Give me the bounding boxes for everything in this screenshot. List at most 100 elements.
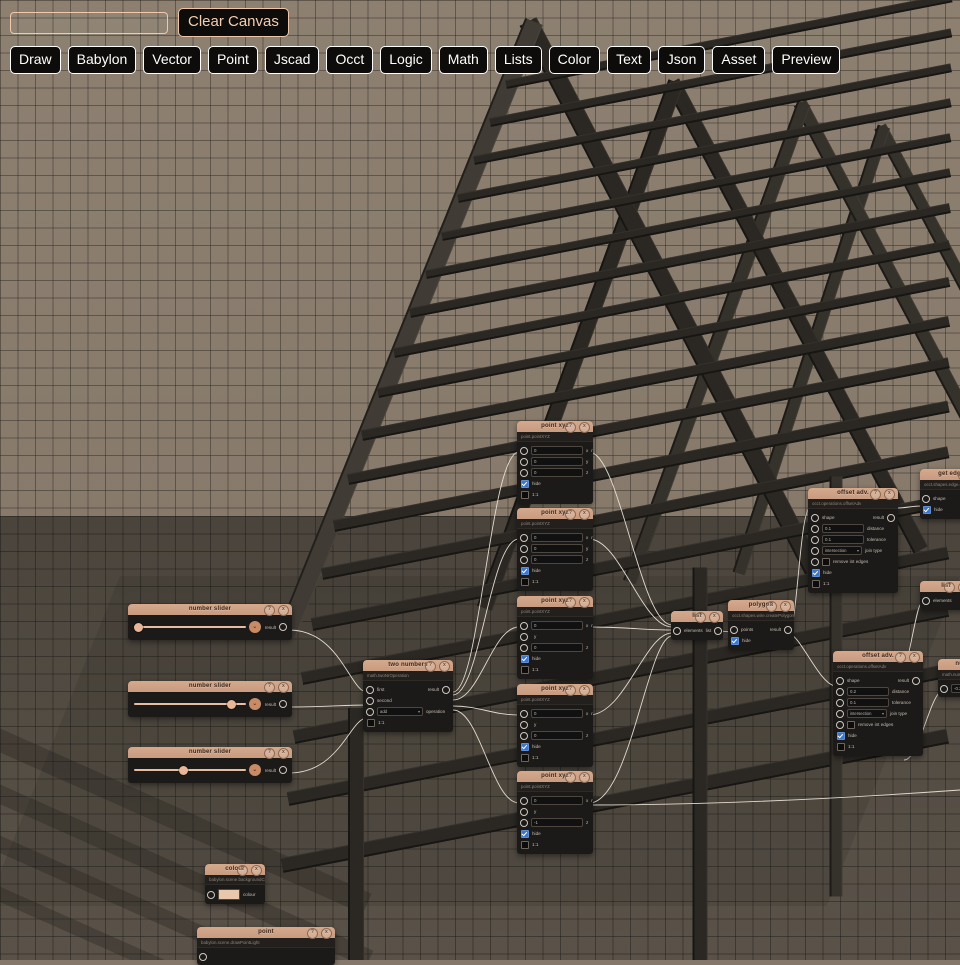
slider-menu-icon[interactable]: ⌄ xyxy=(248,621,261,633)
join-type-select[interactable]: intersection ▾ xyxy=(847,709,887,718)
close-icon[interactable]: x xyxy=(251,865,262,876)
slider-menu-icon[interactable]: ⌄ xyxy=(248,698,261,710)
menu-button-occt[interactable]: Occt xyxy=(326,46,374,74)
number-slider-node[interactable]: number slider ? x ⌄ result xyxy=(128,681,292,717)
close-icon[interactable]: x xyxy=(579,772,590,783)
ratio-checkbox[interactable] xyxy=(521,577,529,586)
close-icon[interactable]: x xyxy=(579,685,590,696)
node-header[interactable]: number slider ? x xyxy=(128,681,292,693)
output-port[interactable] xyxy=(714,626,723,635)
input-port[interactable] xyxy=(811,546,819,555)
hide-checkbox[interactable] xyxy=(521,566,529,575)
close-icon[interactable]: x xyxy=(579,509,590,520)
ratio-checkbox[interactable] xyxy=(521,490,529,499)
hide-checkbox[interactable] xyxy=(521,479,529,488)
list-node[interactable]: list ? x elements list xyxy=(671,611,723,640)
input-port[interactable] xyxy=(520,632,528,641)
help-icon[interactable]: ? xyxy=(565,422,576,433)
search-input[interactable] xyxy=(10,11,168,34)
menu-button-math[interactable]: Math xyxy=(438,46,488,74)
coord-field[interactable]: 0 xyxy=(531,544,583,553)
node-header[interactable]: number xyxy=(938,659,960,670)
input-port[interactable] xyxy=(520,720,528,729)
point-xyz-node[interactable]: point xyz?xpoint.pointXYZ0xresulty0zhide… xyxy=(517,596,593,679)
ratio-checkbox[interactable] xyxy=(521,840,529,849)
output-port[interactable] xyxy=(279,766,287,774)
coord-field[interactable]: 0 xyxy=(531,555,583,564)
input-port[interactable] xyxy=(520,621,528,630)
node-header[interactable]: offset adv.? x xyxy=(833,651,923,663)
point-light-node[interactable]: point ? x babylon.scene.drawPointLight xyxy=(197,927,335,965)
number-slider-node[interactable]: number slider ? x ⌄ result xyxy=(128,747,292,783)
node-header[interactable]: list ? x xyxy=(920,581,960,593)
node-header[interactable]: point ? x xyxy=(197,927,335,939)
close-icon[interactable]: x xyxy=(278,748,289,759)
help-icon[interactable]: ? xyxy=(425,661,436,672)
input-port[interactable] xyxy=(520,533,528,542)
close-icon[interactable]: x xyxy=(278,605,289,616)
input-port[interactable] xyxy=(836,687,844,696)
remove-edges-checkbox[interactable] xyxy=(822,557,830,566)
output-port[interactable] xyxy=(442,685,450,694)
node-header[interactable]: point xyz? x xyxy=(517,508,593,520)
coord-field[interactable]: 0 xyxy=(531,446,583,455)
input-port[interactable] xyxy=(520,555,528,564)
coord-field[interactable]: 0 xyxy=(531,643,583,652)
input-port[interactable] xyxy=(940,684,948,693)
number-slider-node[interactable]: number slider ? x ⌄ result xyxy=(128,604,292,640)
close-icon[interactable]: x xyxy=(709,612,720,623)
tolerance-field[interactable]: 0.1 xyxy=(847,698,889,707)
list-node[interactable]: list ? x elements list xyxy=(920,581,960,610)
node-header[interactable]: get edges ? x xyxy=(920,469,960,481)
input-port[interactable] xyxy=(922,494,930,503)
menu-button-preview[interactable]: Preview xyxy=(772,46,841,74)
point-xyz-node[interactable]: point xyz?xpoint.pointXYZ0xresulty-1zhid… xyxy=(517,771,593,854)
clear-canvas-button[interactable]: Clear Canvas xyxy=(178,8,289,37)
node-header[interactable]: polygon ? x xyxy=(728,600,794,612)
output-port[interactable] xyxy=(784,625,792,634)
distance-field[interactable]: 0.2 xyxy=(847,687,889,696)
close-icon[interactable]: x xyxy=(780,601,791,612)
join-type-select[interactable]: intersection ▾ xyxy=(822,546,862,555)
remove-edges-checkbox[interactable] xyxy=(847,720,855,729)
close-icon[interactable]: x xyxy=(579,597,590,608)
input-port[interactable] xyxy=(520,796,528,805)
help-icon[interactable]: ? xyxy=(565,685,576,696)
input-port[interactable] xyxy=(811,535,819,544)
input-port[interactable] xyxy=(207,890,215,899)
node-header[interactable]: offset adv.? x xyxy=(808,488,898,500)
slider-body[interactable]: ⌄ result xyxy=(128,692,292,717)
hide-checkbox[interactable] xyxy=(812,568,820,577)
input-port[interactable] xyxy=(922,596,930,605)
menu-button-asset[interactable]: Asset xyxy=(712,46,766,74)
input-port[interactable] xyxy=(520,457,528,466)
menu-button-babylon[interactable]: Babylon xyxy=(67,46,137,74)
ratio-checkbox[interactable] xyxy=(812,579,820,588)
hide-checkbox[interactable] xyxy=(521,654,529,663)
input-port[interactable] xyxy=(520,731,528,740)
input-port[interactable] xyxy=(520,807,528,816)
input-port[interactable] xyxy=(811,513,819,522)
input-port[interactable] xyxy=(520,446,528,455)
menu-button-json[interactable]: Json xyxy=(657,46,706,74)
help-icon[interactable]: ? xyxy=(565,509,576,520)
input-port[interactable] xyxy=(836,709,844,718)
colour-node[interactable]: colour ? x babylon.scene.backgroundColou… xyxy=(205,864,265,904)
coord-field[interactable]: 0 xyxy=(531,731,583,740)
point-xyz-node[interactable]: point xyz?xpoint.pointXYZ0xresult0y0zhid… xyxy=(517,421,593,504)
close-icon[interactable]: x xyxy=(278,682,289,693)
node-header[interactable]: colour ? x xyxy=(205,864,265,876)
menu-button-jscad[interactable]: Jscad xyxy=(264,46,320,74)
polygon-node[interactable]: polygon ? x occt.shapes.wire.createPolyg… xyxy=(728,600,794,650)
slider-track[interactable] xyxy=(134,699,246,709)
node-header[interactable]: point xyz? x xyxy=(517,421,593,433)
point-xyz-node[interactable]: point xyz?xpoint.pointXYZ0xresulty0zhide… xyxy=(517,684,593,767)
help-icon[interactable]: ? xyxy=(870,489,881,500)
ratio-checkbox[interactable] xyxy=(837,742,845,751)
point-xyz-node[interactable]: point xyz?xpoint.pointXYZ0xresult0y0zhid… xyxy=(517,508,593,591)
coord-field[interactable]: 0 xyxy=(531,457,583,466)
close-icon[interactable]: x xyxy=(321,928,332,939)
close-icon[interactable]: x xyxy=(909,652,920,663)
menu-button-draw[interactable]: Draw xyxy=(10,46,61,74)
help-icon[interactable]: ? xyxy=(695,612,706,623)
